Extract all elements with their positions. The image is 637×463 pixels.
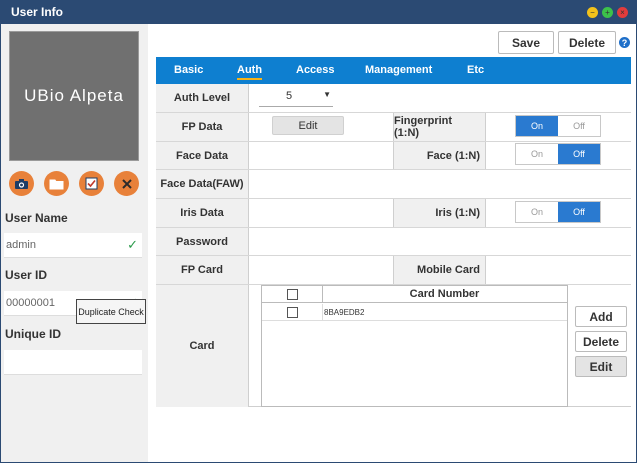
add-card-button[interactable]: Add: [575, 306, 627, 327]
face-data-label: Face Data: [156, 142, 249, 169]
toggle-on-option[interactable]: On: [516, 144, 558, 164]
face-data-faw-label: Face Data(FAW): [156, 170, 249, 198]
toggle-off-option[interactable]: Off: [558, 144, 600, 164]
row-checkbox[interactable]: [287, 307, 298, 318]
delete-card-button[interactable]: Delete: [575, 331, 627, 352]
tab-management[interactable]: Management: [365, 64, 432, 76]
close-icon: [121, 178, 132, 189]
window-title: User Info: [11, 5, 64, 19]
card-label: Card: [156, 285, 249, 407]
left-panel: UBio Alpeta User Name admin ✓ User ID 00…: [1, 24, 148, 462]
face-label: Face (1:N): [393, 142, 486, 169]
user-id-value: 00000001: [6, 297, 55, 309]
iris-toggle[interactable]: On Off: [515, 201, 601, 223]
user-info-window: User Info − + × UBio Alpeta User Name ad…: [0, 0, 637, 463]
auth-level-label: Auth Level: [156, 84, 249, 112]
card-table: Card Number 8BA9EDB2: [261, 285, 568, 407]
select-all-checkbox[interactable]: [287, 289, 298, 300]
tab-bar: Basic Auth Access Management Etc: [156, 57, 631, 84]
tab-basic[interactable]: Basic: [174, 64, 203, 76]
duplicate-check-button[interactable]: Duplicate Check: [76, 299, 146, 324]
delete-photo-button[interactable]: [114, 171, 139, 196]
title-bar: User Info − + ×: [1, 1, 636, 24]
toggle-on-option[interactable]: On: [516, 202, 558, 222]
toggle-on-option[interactable]: On: [516, 116, 558, 136]
tab-etc[interactable]: Etc: [467, 64, 484, 76]
user-name-label: User Name: [5, 211, 68, 225]
close-window-button[interactable]: ×: [617, 7, 628, 18]
check-box-icon: [85, 177, 98, 190]
card-number-cell: 8BA9EDB2: [324, 308, 365, 317]
mobile-card-label: Mobile Card: [393, 256, 486, 284]
card-table-header: Card Number: [262, 286, 567, 303]
edit-card-button[interactable]: Edit: [575, 356, 627, 377]
fp-card-label: FP Card: [156, 256, 249, 284]
confirm-photo-button[interactable]: [79, 171, 104, 196]
user-photo: UBio Alpeta: [9, 31, 139, 161]
tab-access[interactable]: Access: [296, 64, 335, 76]
maximize-button[interactable]: +: [602, 7, 613, 18]
folder-icon: [49, 179, 64, 189]
help-icon[interactable]: ?: [619, 37, 630, 48]
user-id-label: User ID: [5, 268, 48, 282]
iris-data-label: Iris Data: [156, 199, 249, 227]
minimize-button[interactable]: −: [587, 7, 598, 18]
fingerprint-toggle[interactable]: On Off: [515, 115, 601, 137]
toggle-off-option[interactable]: Off: [558, 116, 600, 136]
unique-id-label: Unique ID: [5, 327, 61, 341]
delete-button[interactable]: Delete: [558, 31, 616, 54]
camera-button[interactable]: [9, 171, 34, 196]
auth-level-value: 5: [286, 90, 293, 102]
tab-auth[interactable]: Auth: [237, 64, 263, 80]
valid-check-icon: ✓: [127, 237, 138, 252]
user-name-value: admin: [6, 239, 36, 251]
camera-icon: [15, 178, 28, 189]
fingerprint-label: Fingerprint (1:N): [393, 113, 486, 141]
table-row[interactable]: 8BA9EDB2: [262, 304, 567, 321]
open-file-button[interactable]: [44, 171, 69, 196]
face-toggle[interactable]: On Off: [515, 143, 601, 165]
photo-placeholder-text: UBio Alpeta: [24, 86, 124, 105]
chevron-down-icon: ▼: [323, 90, 331, 99]
fp-edit-button[interactable]: Edit: [272, 116, 344, 135]
user-name-field[interactable]: admin ✓: [4, 233, 142, 258]
iris-label: Iris (1:N): [393, 199, 486, 227]
password-label: Password: [156, 228, 249, 255]
save-button[interactable]: Save: [498, 31, 554, 54]
unique-id-field[interactable]: [4, 350, 142, 375]
toggle-off-option[interactable]: Off: [558, 202, 600, 222]
auth-level-select[interactable]: 5 ▼: [259, 87, 333, 107]
card-number-header: Card Number: [409, 288, 480, 300]
fp-data-label: FP Data: [156, 113, 249, 141]
